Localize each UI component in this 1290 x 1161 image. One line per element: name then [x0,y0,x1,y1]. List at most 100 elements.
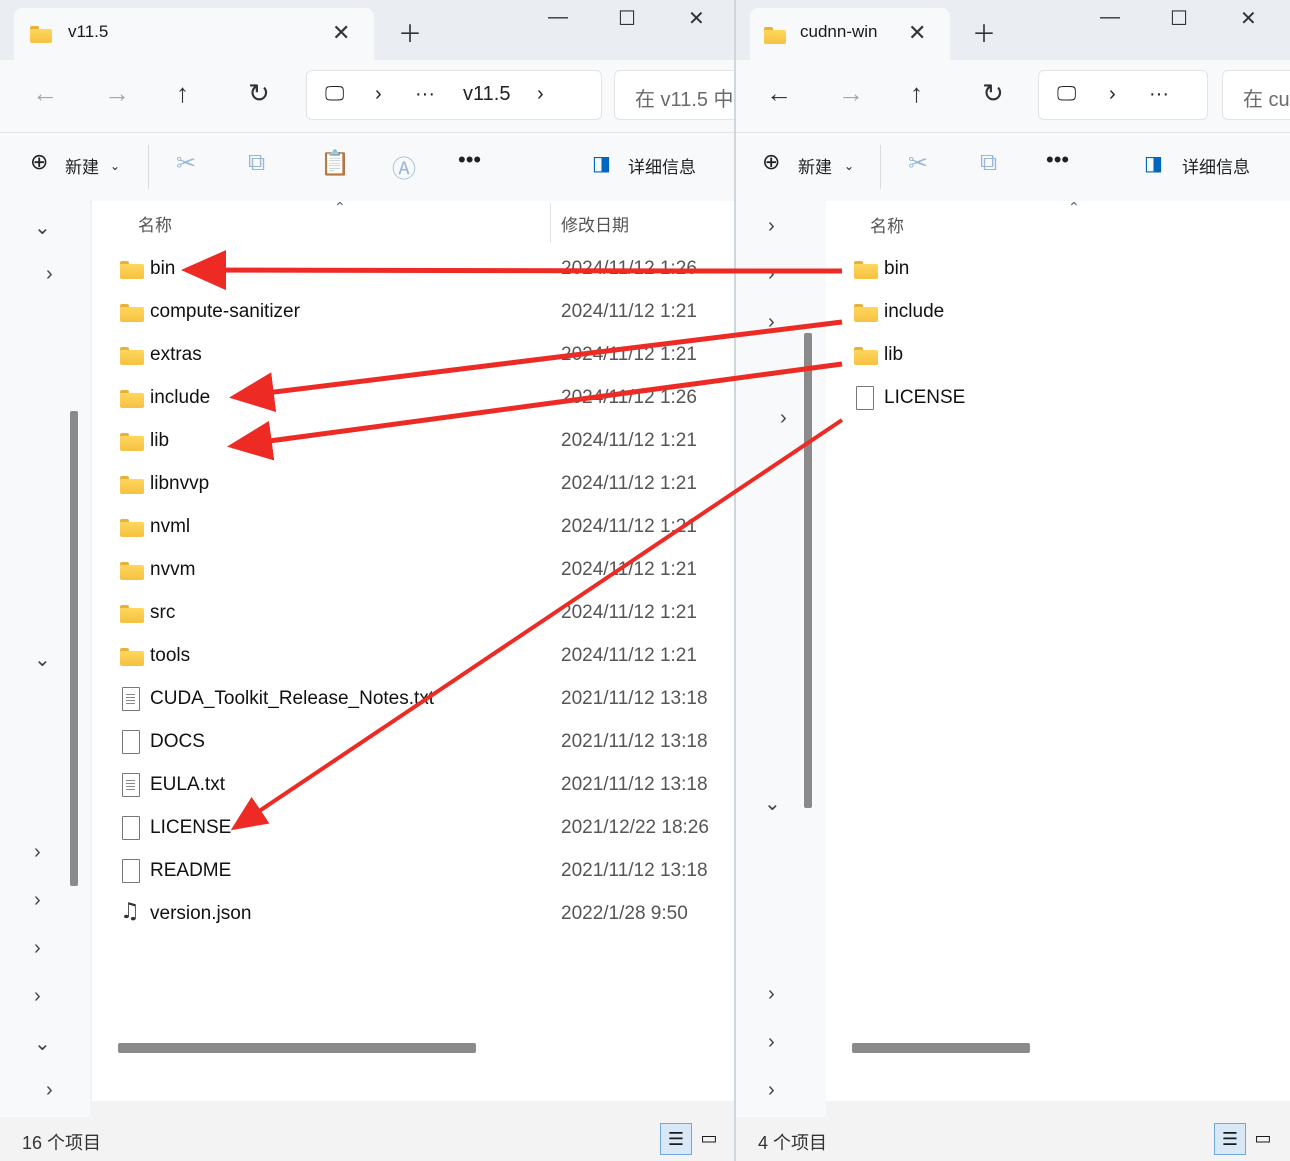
chevron-right-icon[interactable]: › [768,983,775,1006]
chevron-right-icon[interactable]: › [46,263,53,286]
file-row[interactable]: LICENSE [826,379,1290,419]
close-window-button[interactable]: ✕ [1240,6,1257,31]
back-icon[interactable]: ← [32,78,58,109]
chevron-right-icon[interactable]: › [34,937,41,960]
plus-circle-icon[interactable]: ⊕ [762,149,780,175]
file-row[interactable]: EULA.txt 2021/11/12 13:18 [92,766,734,806]
new-button[interactable]: 新建 [798,153,832,178]
minimize-button[interactable]: — [1100,6,1120,29]
file-row[interactable]: lib 2024/11/12 1:21 [92,422,734,462]
file-date: 2024/11/12 1:21 [561,430,697,451]
details-view-button[interactable]: ☰ [660,1123,692,1155]
column-header-date[interactable]: 修改日期 [561,211,629,236]
nav-scrollbar[interactable] [804,333,812,808]
tab-v11-5[interactable]: v11.5 ✕ [14,8,374,60]
details-view-button[interactable]: ☰ [1214,1123,1246,1155]
search-input[interactable]: 在 cudnn-win 中搜索 [1222,70,1290,120]
file-row[interactable]: nvml 2024/11/12 1:21 [92,508,734,548]
close-tab-icon[interactable]: ✕ [908,20,926,46]
up-icon[interactable]: ↑ [176,78,189,109]
details-button[interactable]: 详细信息 [1182,153,1250,178]
column-header-name[interactable]: 名称 [870,212,904,237]
rename-icon[interactable]: Ⓐ [392,149,416,184]
maximize-button[interactable]: ☐ [618,6,636,31]
new-tab-button[interactable]: ＋ [398,14,422,49]
details-pane-icon[interactable]: ◨ [1144,151,1163,176]
chevron-right-icon[interactable]: › [768,215,775,238]
file-row[interactable]: extras 2024/11/12 1:21 [92,336,734,376]
chevron-down-icon[interactable]: ⌄ [34,1031,51,1056]
copy-icon[interactable]: ⧉ [980,149,997,177]
chevron-down-icon[interactable]: ⌄ [110,159,120,173]
chevron-right-icon[interactable]: › [34,889,41,912]
close-tab-icon[interactable]: ✕ [332,20,350,46]
file-row[interactable]: tools 2024/11/12 1:21 [92,637,734,677]
tiles-view-button[interactable]: ▭ [1248,1123,1278,1153]
file-date: 2024/11/12 1:21 [561,344,697,365]
chevron-right-icon[interactable]: › [46,1079,53,1102]
new-button[interactable]: 新建 [65,153,99,178]
file-row[interactable]: bin [826,250,1290,290]
copy-icon[interactable]: ⧉ [248,149,265,177]
chevron-right-icon[interactable]: › [537,83,544,106]
file-row[interactable]: src 2024/11/12 1:21 [92,594,734,634]
file-row[interactable]: LICENSE 2021/12/22 18:26 [92,809,734,849]
horizontal-scrollbar[interactable] [118,1043,476,1053]
file-row[interactable]: include 2024/11/12 1:26 [92,379,734,419]
more-icon[interactable]: ••• [458,147,481,173]
close-window-button[interactable]: ✕ [688,6,705,31]
maximize-button[interactable]: ☐ [1170,6,1188,31]
file-row[interactable]: bin 2024/11/12 1:26 [92,250,734,290]
details-button[interactable]: 详细信息 [628,153,696,178]
chevron-right-icon[interactable]: › [34,985,41,1008]
file-row[interactable]: CUDA_Toolkit_Release_Notes.txt 2021/11/12… [92,680,734,720]
cut-icon[interactable]: ✂ [908,149,928,178]
file-row[interactable]: README 2021/11/12 13:18 [92,852,734,892]
forward-icon[interactable]: → [104,78,130,109]
ellipsis-icon[interactable]: ··· [1149,83,1169,106]
up-icon[interactable]: ↑ [910,78,923,109]
refresh-icon[interactable]: ↻ [248,78,270,109]
file-row[interactable]: lib [826,336,1290,376]
cut-icon[interactable]: ✂ [176,149,196,178]
chevron-right-icon[interactable]: › [34,841,41,864]
file-row[interactable]: compute-sanitizer 2024/11/12 1:21 [92,293,734,333]
chevron-right-icon[interactable]: › [1109,83,1116,106]
chevron-right-icon[interactable]: › [768,311,775,334]
breadcrumb-v11-5[interactable]: v11.5 [463,83,510,106]
tiles-view-button[interactable]: ▭ [694,1123,724,1153]
file-row[interactable]: include [826,293,1290,333]
search-input[interactable]: 在 v11.5 中搜索 [614,70,734,120]
chevron-down-icon[interactable]: ⌄ [764,357,781,382]
forward-icon[interactable]: → [838,78,864,109]
details-pane-icon[interactable]: ◨ [592,151,611,176]
chevron-down-icon[interactable]: ⌄ [764,791,781,816]
chevron-right-icon[interactable]: › [375,83,382,106]
chevron-right-icon[interactable]: › [768,263,775,286]
column-header-name[interactable]: 名称 [138,211,172,236]
chevron-right-icon[interactable]: › [768,1031,775,1054]
column-divider[interactable] [550,203,551,243]
file-row[interactable]: libnvvp 2024/11/12 1:21 [92,465,734,505]
file-row[interactable]: DOCS 2021/11/12 13:18 [92,723,734,763]
chevron-down-icon[interactable]: ⌄ [34,215,51,240]
ellipsis-icon[interactable]: ··· [415,83,435,106]
file-row[interactable]: nvvm 2024/11/12 1:21 [92,551,734,591]
address-bar[interactable]: 🖵 › ··· [1038,70,1208,120]
tab-cudnn-win[interactable]: cudnn-win ✕ [750,8,950,60]
paste-icon[interactable]: 📋 [320,149,350,178]
file-row[interactable]: ♫ version.json 2022/1/28 9:50 [92,895,734,935]
address-bar[interactable]: 🖵 › ··· v11.5 › [306,70,602,120]
minimize-button[interactable]: — [548,6,568,29]
chevron-down-icon[interactable]: ⌄ [844,159,854,173]
chevron-right-icon[interactable]: › [780,407,787,430]
more-icon[interactable]: ••• [1046,147,1069,173]
refresh-icon[interactable]: ↻ [982,78,1004,109]
back-icon[interactable]: ← [766,78,792,109]
nav-scrollbar[interactable] [70,411,78,886]
new-tab-button[interactable]: ＋ [972,14,996,49]
chevron-right-icon[interactable]: › [768,1079,775,1102]
chevron-down-icon[interactable]: ⌄ [34,647,51,672]
plus-circle-icon[interactable]: ⊕ [30,149,48,175]
horizontal-scrollbar[interactable] [852,1043,1030,1053]
